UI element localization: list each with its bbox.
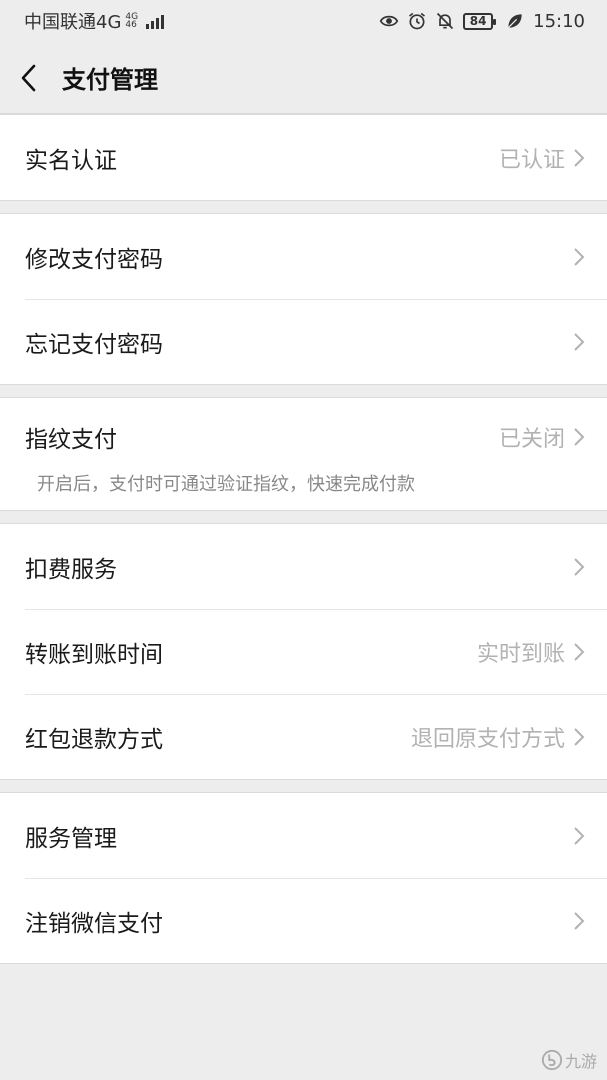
chevron-right-icon: [574, 911, 585, 930]
eye-icon: [379, 15, 399, 27]
signal-icon: [146, 13, 165, 29]
page-title: 支付管理: [62, 66, 158, 94]
group-services: 扣费服务 转账到账时间 实时到账 红包退款方式 退回原支付方式: [0, 523, 607, 780]
cell-right: [573, 247, 585, 267]
cell-change-password[interactable]: 修改支付密码: [0, 214, 607, 299]
chevron-right-icon: [574, 332, 585, 351]
cell-right: 退回原支付方式: [411, 721, 585, 753]
cell-row: 指纹支付 已关闭: [25, 420, 585, 454]
cell-label: 注销微信支付: [25, 910, 163, 937]
mute-bell-icon: [437, 12, 454, 30]
group-password: 修改支付密码 忘记支付密码: [0, 213, 607, 385]
network-type-icon: 4G 46: [125, 12, 139, 30]
watermark: 九游: [541, 1048, 597, 1072]
cell-value: 已认证: [498, 147, 565, 173]
cell-right: [573, 332, 585, 352]
chevron-right-icon: [574, 826, 585, 845]
cell-label: 忘记支付密码: [25, 331, 163, 358]
cell-right: [573, 826, 585, 846]
cell-cancel-wechat-pay[interactable]: 注销微信支付: [0, 878, 607, 963]
chevron-right-icon: [574, 428, 585, 446]
cell-forgot-password[interactable]: 忘记支付密码: [0, 299, 607, 384]
chevron-left-icon: [21, 64, 36, 91]
group-account: 服务管理 注销微信支付: [0, 792, 607, 964]
cell-value: 已关闭: [498, 427, 565, 452]
watermark-text: 九游: [564, 1052, 597, 1071]
chevron-right-icon: [574, 557, 585, 576]
clock-time: 15:10: [533, 10, 585, 32]
chevron-right-icon: [574, 148, 585, 167]
cell-right: [573, 557, 585, 577]
cell-right: [573, 911, 585, 931]
battery-icon: 84: [463, 12, 497, 30]
cell-label: 红包退款方式: [25, 726, 163, 753]
cell-deduction-service[interactable]: 扣费服务: [0, 524, 607, 609]
nav-bar: 支付管理: [0, 42, 607, 114]
cell-label: 实名认证: [25, 147, 117, 174]
back-button[interactable]: [20, 58, 50, 98]
status-left: 中国联通4G 4G 46: [24, 8, 165, 34]
cell-right: 已关闭: [499, 421, 585, 453]
chevron-right-icon: [574, 247, 585, 266]
cell-value: 退回原支付方式: [410, 726, 565, 752]
cell-real-name-verification[interactable]: 实名认证 已认证: [0, 115, 607, 200]
alarm-icon: [409, 12, 426, 30]
status-bar: 中国联通4G 4G 46 84 15:10: [0, 0, 607, 42]
cell-value: 实时到账: [476, 641, 565, 667]
cell-label: 服务管理: [25, 825, 117, 852]
group-verification: 实名认证 已认证: [0, 114, 607, 201]
chevron-right-icon: [574, 727, 585, 746]
cell-label: 转账到账时间: [25, 641, 163, 668]
cell-fingerprint-pay[interactable]: 指纹支付 已关闭 开启后，支付时可通过验证指纹，快速完成付款: [0, 398, 607, 510]
group-fingerprint: 指纹支付 已关闭 开启后，支付时可通过验证指纹，快速完成付款: [0, 397, 607, 511]
status-right: 84 15:10: [379, 11, 585, 32]
cell-description: 开启后，支付时可通过验证指纹，快速完成付款: [37, 474, 415, 495]
cell-right: 已认证: [499, 142, 585, 174]
cell-label: 扣费服务: [25, 556, 117, 583]
cell-label: 指纹支付: [25, 427, 117, 453]
cell-transfer-arrival-time[interactable]: 转账到账时间 实时到账: [0, 609, 607, 694]
cell-right: 实时到账: [477, 636, 585, 668]
cell-red-packet-refund[interactable]: 红包退款方式 退回原支付方式: [0, 694, 607, 779]
watermark-logo-icon: [541, 1049, 563, 1071]
cell-label: 修改支付密码: [25, 246, 163, 273]
chevron-right-icon: [574, 642, 585, 661]
carrier-label: 中国联通4G: [24, 12, 122, 33]
leaf-icon: [508, 14, 522, 29]
cell-service-management[interactable]: 服务管理: [0, 793, 607, 878]
